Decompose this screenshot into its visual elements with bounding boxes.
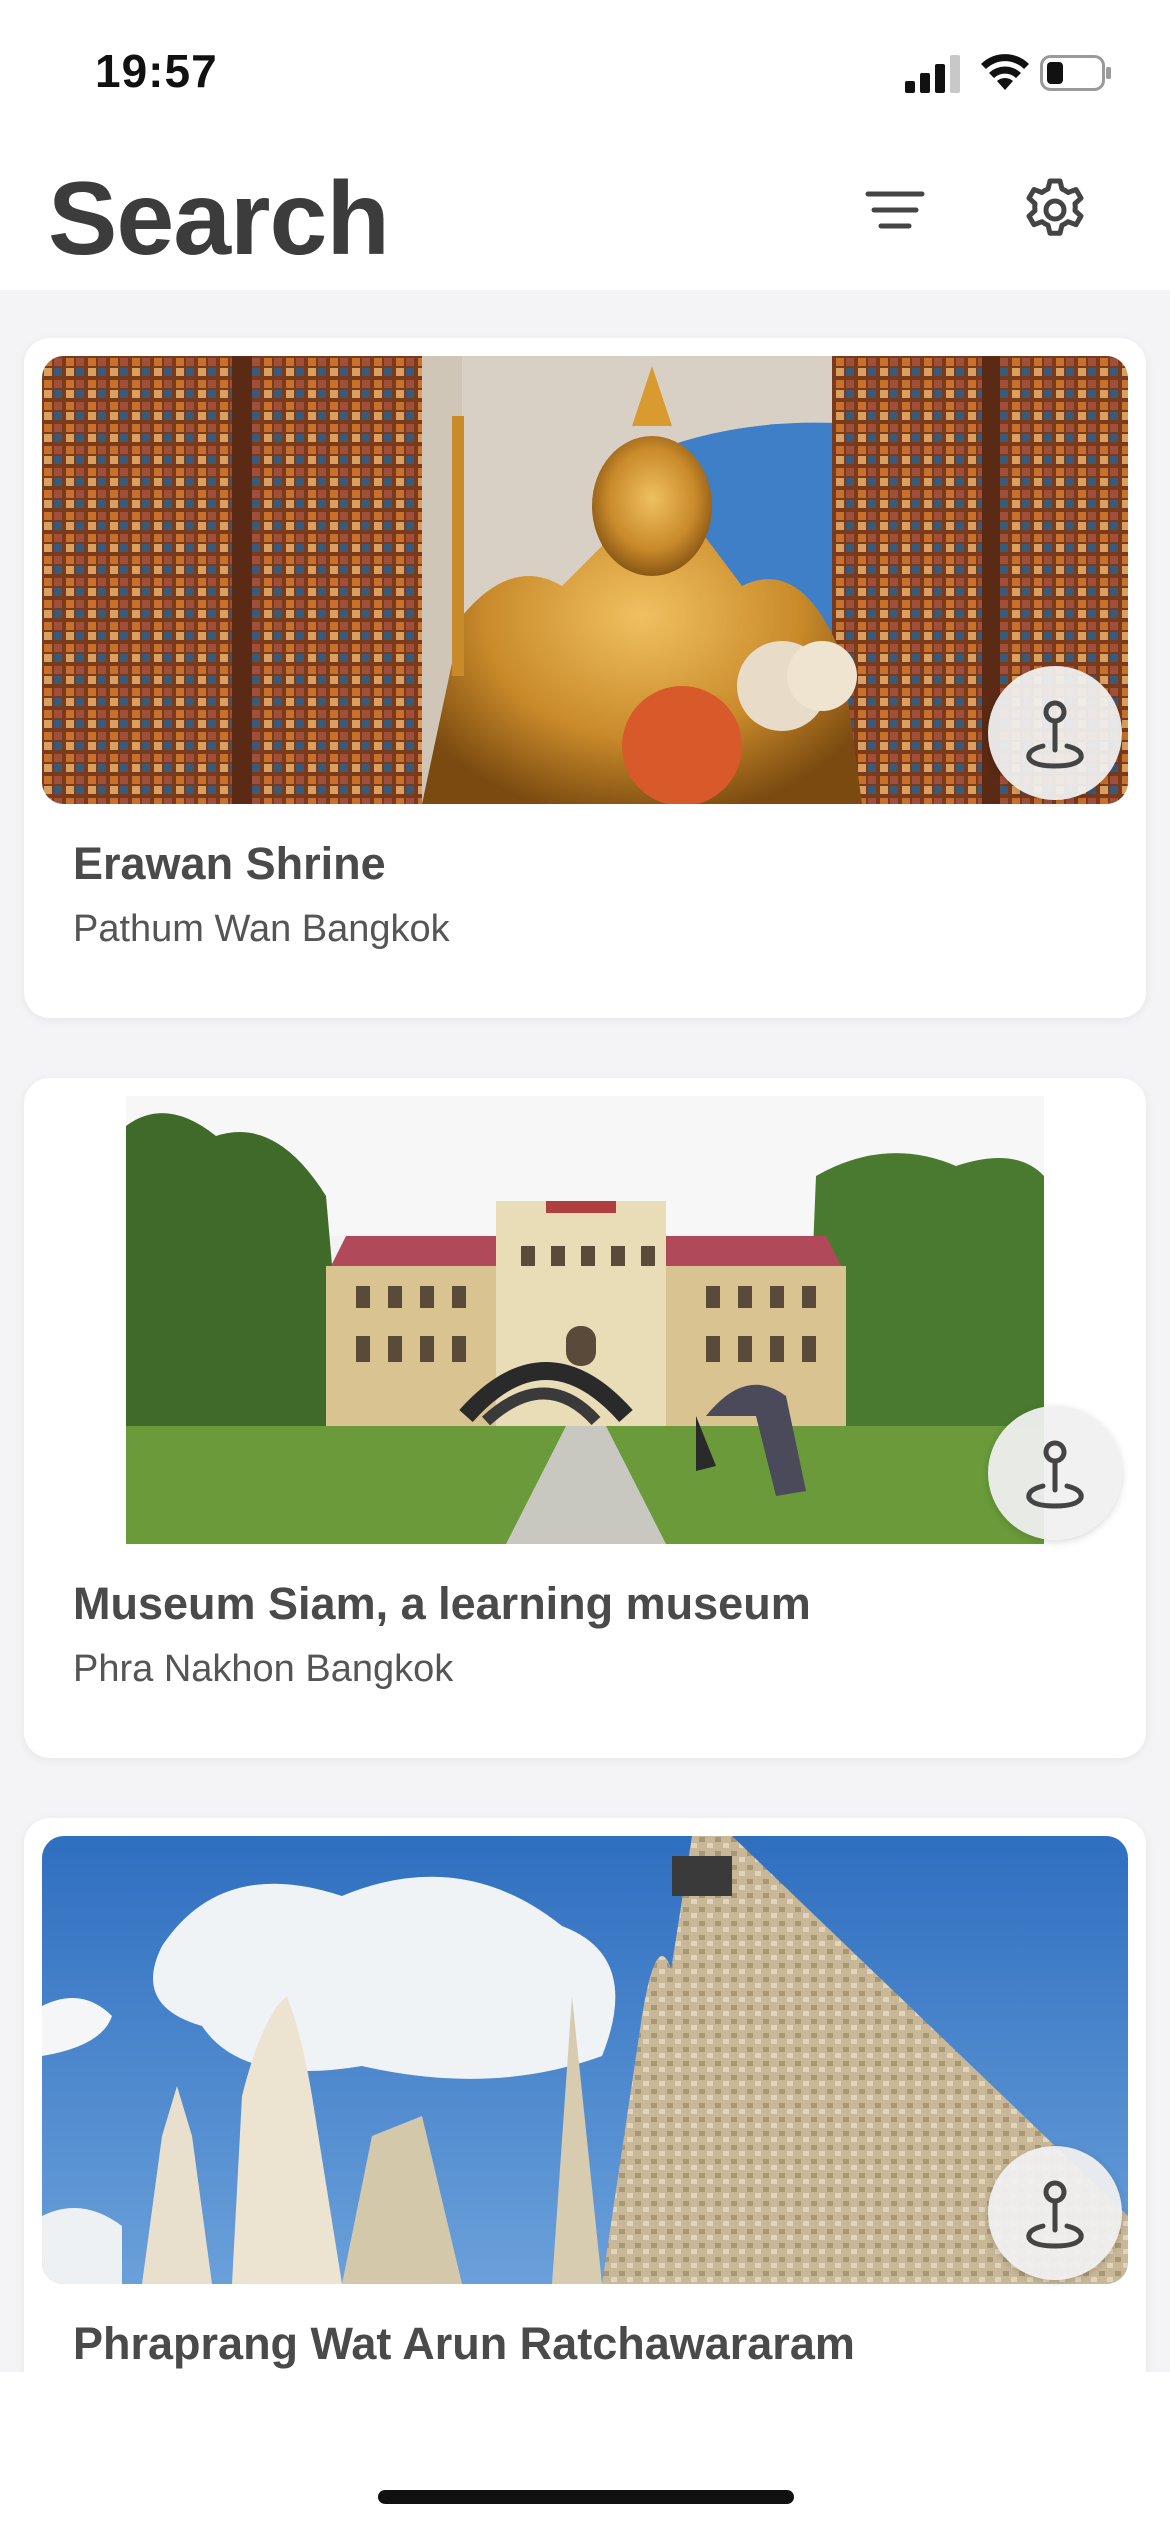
show-on-map-button[interactable] bbox=[988, 2146, 1122, 2280]
map-pin-icon bbox=[1026, 1440, 1084, 1509]
place-location: Phra Nakhon Bangkok bbox=[73, 1648, 454, 1690]
home-indicator[interactable] bbox=[378, 2490, 794, 2504]
place-card[interactable]: Museum Siam, a learning museum Phra Nakh… bbox=[24, 1078, 1146, 1758]
place-name: Museum Siam, a learning museum bbox=[73, 1578, 811, 1629]
cellular-signal-icon bbox=[905, 55, 960, 93]
place-card[interactable]: Erawan Shrine Pathum Wan Bangkok bbox=[24, 338, 1146, 1018]
place-image bbox=[42, 1836, 1128, 2284]
place-name: Phraprang Wat Arun Ratchawararam bbox=[73, 2318, 855, 2369]
wifi-icon bbox=[981, 54, 1029, 90]
header: Search bbox=[0, 140, 1170, 290]
map-pin-icon bbox=[1026, 2180, 1084, 2249]
gear-icon bbox=[1026, 178, 1084, 236]
status-time: 19:57 bbox=[95, 45, 218, 97]
status-bar: 19:57 bbox=[0, 0, 1170, 140]
results-list[interactable]: Erawan Shrine Pathum Wan Bangkok Museum … bbox=[0, 290, 1170, 2372]
filter-lines-icon bbox=[865, 191, 925, 229]
show-on-map-button[interactable] bbox=[988, 1406, 1122, 1540]
place-card[interactable]: Phraprang Wat Arun Ratchawararam bbox=[24, 1818, 1146, 2372]
place-name: Erawan Shrine bbox=[73, 838, 386, 889]
place-image bbox=[126, 1096, 1044, 1544]
show-on-map-button[interactable] bbox=[988, 666, 1122, 800]
battery-icon bbox=[1040, 55, 1111, 91]
bottom-safe-area bbox=[0, 2372, 1170, 2532]
map-pin-icon bbox=[1026, 700, 1084, 769]
place-image bbox=[42, 356, 1128, 804]
settings-button[interactable] bbox=[1010, 165, 1100, 255]
filter-button[interactable] bbox=[850, 165, 940, 255]
place-location: Pathum Wan Bangkok bbox=[73, 908, 450, 950]
page-title: Search bbox=[48, 161, 390, 277]
